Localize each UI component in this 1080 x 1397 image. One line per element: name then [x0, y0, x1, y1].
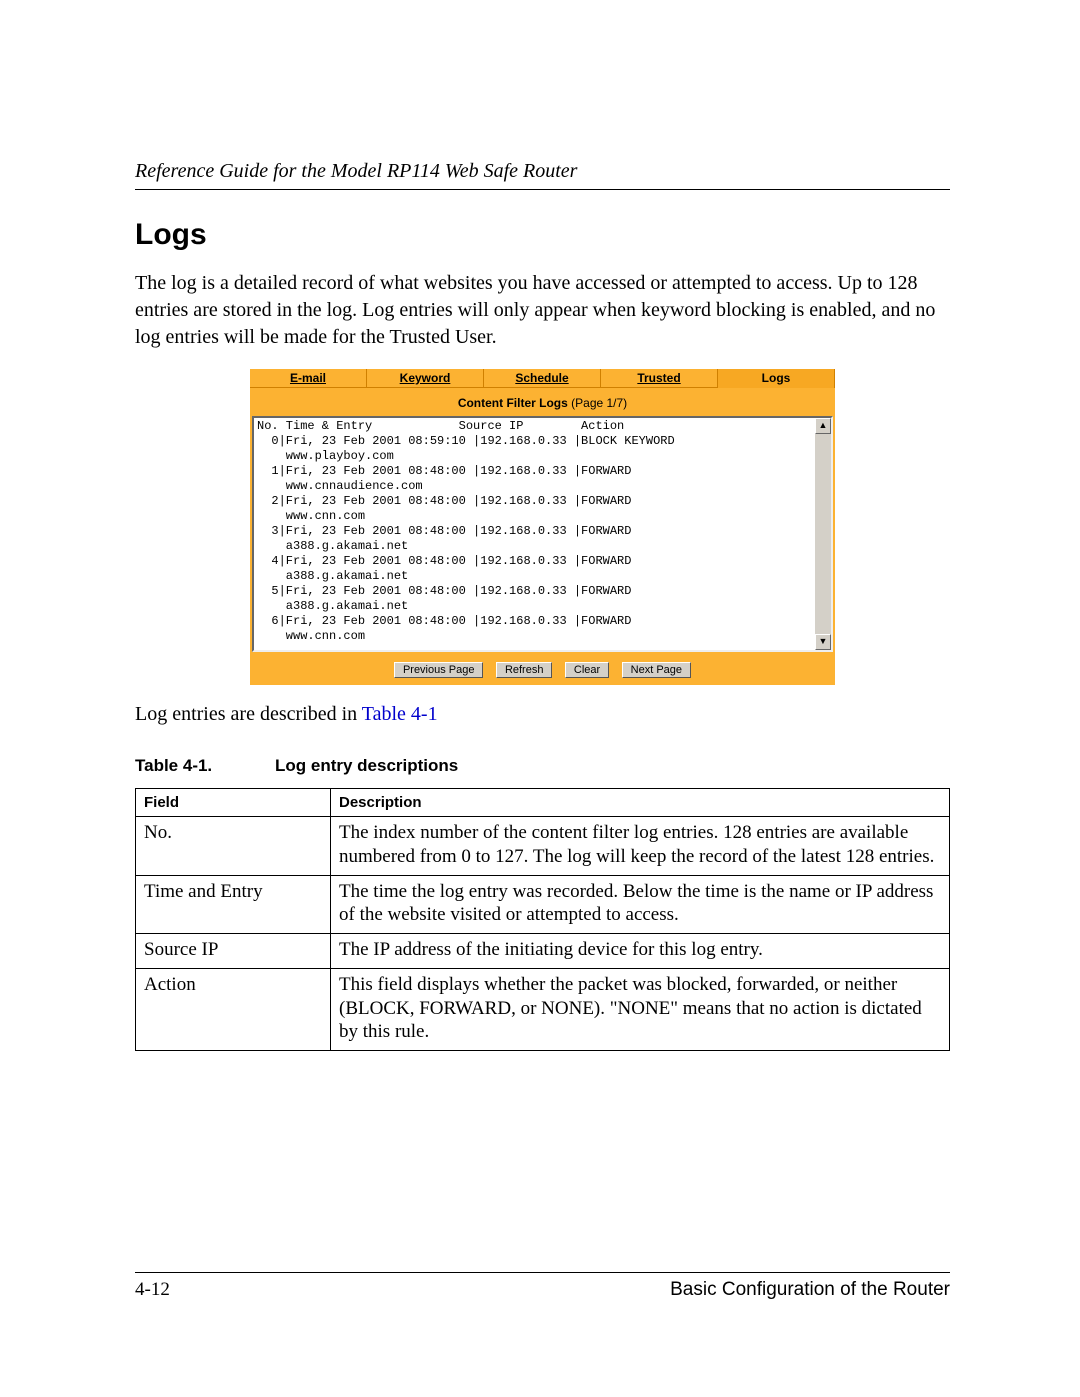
- table-header-row: Field Description: [136, 789, 950, 817]
- footer-rule: [135, 1272, 950, 1273]
- table-caption-number: Table 4-1.: [135, 756, 275, 776]
- cell-field: No.: [136, 817, 331, 876]
- tab-logs[interactable]: Logs: [718, 369, 835, 388]
- doc-header-title: Reference Guide for the Model RP114 Web …: [135, 160, 950, 183]
- previous-page-button[interactable]: Previous Page: [394, 662, 484, 678]
- tab-keyword[interactable]: Keyword: [367, 369, 484, 388]
- button-row: Previous Page Refresh Clear Next Page: [250, 652, 835, 685]
- cell-field: Time and Entry: [136, 875, 331, 934]
- header-rule: [135, 189, 950, 190]
- tab-schedule[interactable]: Schedule: [484, 369, 601, 388]
- scrollbar[interactable]: ▲ ▼: [815, 416, 833, 652]
- table-caption: Table 4-1.Log entry descriptions: [135, 756, 950, 776]
- cell-description: The time the log entry was recorded. Bel…: [331, 875, 950, 934]
- table-reference-link[interactable]: Table 4-1: [362, 703, 438, 725]
- scroll-down-icon[interactable]: ▼: [815, 634, 831, 650]
- tab-bar: E-mailKeywordScheduleTrustedLogs: [250, 369, 835, 388]
- router-ui-screenshot: E-mailKeywordScheduleTrustedLogs Content…: [250, 369, 835, 685]
- cell-description: This field displays whether the packet w…: [331, 968, 950, 1050]
- intro-paragraph: The log is a detailed record of what web…: [135, 270, 950, 351]
- section-heading: Logs: [135, 218, 950, 252]
- descriptions-table: Field Description No.The index number of…: [135, 788, 950, 1051]
- reference-line: Log entries are described in Table 4-1: [135, 703, 950, 726]
- panel-title-rest: (Page 1/7): [571, 396, 627, 410]
- cell-field: Action: [136, 968, 331, 1050]
- page-number: 4-12: [135, 1279, 170, 1301]
- th-description: Description: [331, 789, 950, 817]
- cell-field: Source IP: [136, 934, 331, 969]
- table-row: Source IPThe IP address of the initiatin…: [136, 934, 950, 969]
- panel-title-bold: Content Filter Logs: [458, 396, 571, 410]
- panel-title: Content Filter Logs (Page 1/7): [250, 388, 835, 416]
- scroll-up-icon[interactable]: ▲: [815, 418, 831, 434]
- table-row: No.The index number of the content filte…: [136, 817, 950, 876]
- refresh-button[interactable]: Refresh: [496, 662, 553, 678]
- table-row: Time and EntryThe time the log entry was…: [136, 875, 950, 934]
- tab-trusted[interactable]: Trusted: [601, 369, 718, 388]
- cell-description: The index number of the content filter l…: [331, 817, 950, 876]
- table-caption-text: Log entry descriptions: [275, 756, 458, 775]
- clear-button[interactable]: Clear: [565, 662, 609, 678]
- th-field: Field: [136, 789, 331, 817]
- tab-e-mail[interactable]: E-mail: [250, 369, 367, 388]
- cell-description: The IP address of the initiating device …: [331, 934, 950, 969]
- page-footer: 4-12 Basic Configuration of the Router: [135, 1272, 950, 1301]
- log-textarea: No. Time & Entry Source IP Action 0|Fri,…: [252, 416, 815, 652]
- next-page-button[interactable]: Next Page: [622, 662, 691, 678]
- reference-prefix: Log entries are described in: [135, 703, 362, 725]
- chapter-title: Basic Configuration of the Router: [670, 1279, 950, 1301]
- table-row: ActionThis field displays whether the pa…: [136, 968, 950, 1050]
